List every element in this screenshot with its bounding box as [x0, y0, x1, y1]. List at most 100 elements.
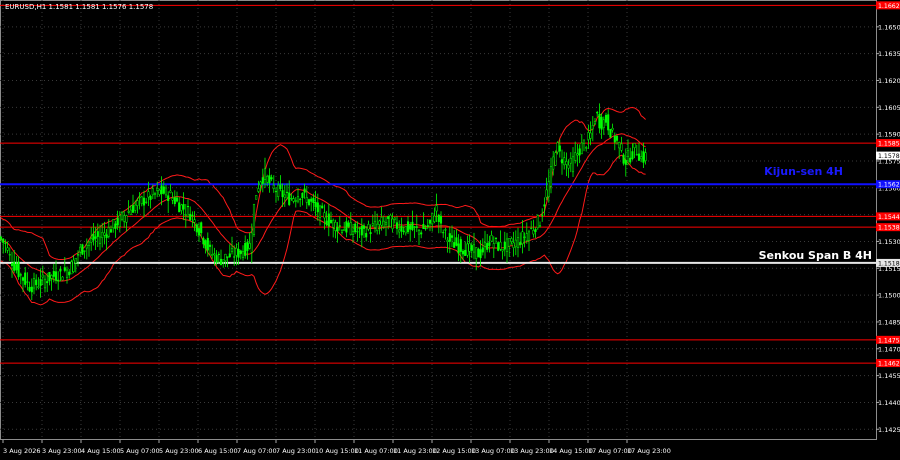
candle-body	[149, 196, 152, 200]
candle-body	[629, 157, 632, 163]
candle-body	[552, 156, 555, 170]
candle-body	[290, 197, 293, 200]
candle-body	[107, 227, 110, 237]
level-tag-text: 1.1518	[878, 260, 900, 267]
candle-body	[327, 213, 330, 227]
candle-body	[211, 254, 214, 257]
candle-body	[189, 213, 192, 221]
candle-body	[235, 247, 238, 256]
candle	[255, 195, 258, 200]
candle-body	[494, 237, 498, 239]
candle-body	[607, 114, 610, 131]
y-tick-label: 1.1620	[878, 77, 900, 85]
y-tick-label: 1.1425	[878, 426, 900, 434]
level-tag-text: 1.1462	[878, 361, 900, 368]
candle-body	[642, 151, 645, 163]
candle-body	[428, 220, 432, 224]
level-price-tag: 1.1475	[876, 335, 900, 344]
candle-body	[164, 187, 168, 196]
level-tag-text: 1.1544	[878, 214, 900, 221]
candle-body	[61, 276, 64, 281]
candle-body	[532, 230, 535, 235]
candle-body	[268, 175, 271, 184]
candle-body	[360, 225, 363, 236]
candle-body	[72, 259, 75, 272]
candle-body	[347, 222, 350, 227]
candle-body	[182, 204, 185, 210]
candle-body	[576, 153, 579, 156]
level-tag-text: 1.1585	[878, 141, 900, 148]
candle-body	[413, 226, 416, 228]
candle-body	[281, 190, 284, 198]
candle-body	[142, 197, 146, 206]
candle-body	[472, 244, 476, 253]
candle	[536, 214, 539, 230]
candle-body	[83, 250, 86, 252]
candle-body	[497, 242, 500, 251]
candle-body	[554, 152, 557, 166]
candle-body	[250, 232, 253, 253]
candle-body	[334, 222, 337, 231]
candle-body	[644, 152, 647, 161]
candle-body	[178, 202, 181, 213]
candle-body	[618, 142, 621, 149]
candle-body	[151, 188, 154, 196]
candle-body	[26, 281, 29, 283]
candle-body	[153, 193, 157, 195]
candle-body	[314, 201, 317, 208]
candle-body	[631, 151, 634, 160]
candle-body	[508, 238, 511, 247]
candle-body	[85, 244, 88, 249]
candle-body	[325, 220, 328, 225]
candle-body	[477, 248, 480, 258]
x-tick-label: 4 Aug 15:00	[81, 447, 121, 455]
candle-body	[120, 211, 124, 220]
candle-body	[351, 230, 355, 235]
candle-body	[560, 159, 564, 164]
candle-body	[90, 238, 93, 243]
candle-body	[633, 143, 636, 148]
candle-body	[538, 225, 542, 228]
candle-body	[387, 216, 390, 220]
candle-body	[224, 253, 227, 262]
candle-body	[263, 168, 267, 180]
candle-body	[395, 222, 399, 229]
candle-body	[310, 198, 313, 202]
candle-body	[622, 154, 625, 164]
candle-body	[68, 271, 71, 276]
candle-body	[307, 199, 311, 206]
candle-body	[197, 228, 201, 236]
candle-body	[349, 222, 352, 235]
y-tick-label: 1.1650	[878, 23, 900, 31]
candle-body	[266, 176, 269, 183]
candle-body	[466, 243, 469, 256]
candle-body	[103, 232, 106, 236]
candle-body	[70, 261, 73, 275]
candle-body	[415, 226, 418, 228]
candle-body	[200, 222, 203, 234]
candle-body	[446, 239, 449, 243]
candle-body	[127, 211, 130, 213]
candle-body	[105, 234, 108, 239]
x-tick-label: 11 Aug 23:00	[393, 447, 437, 455]
candle-body	[523, 236, 526, 238]
candle-body	[138, 196, 141, 198]
x-tick-label: 14 Aug 15:00	[549, 447, 593, 455]
candle-body	[219, 258, 223, 265]
candle-body	[74, 257, 77, 264]
candle-body	[17, 261, 20, 278]
candle-body	[329, 219, 333, 223]
candle-body	[292, 198, 295, 202]
candle-body	[591, 125, 594, 130]
candle-body	[323, 212, 326, 219]
candle-body	[543, 204, 546, 207]
candle	[81, 243, 84, 256]
y-tick-label: 1.1500	[878, 292, 900, 300]
candle-body	[261, 177, 264, 184]
candle-body	[481, 247, 484, 253]
candle-body	[338, 225, 341, 227]
level-price-tag: 1.1662	[876, 1, 900, 10]
candle	[70, 259, 73, 275]
y-tick-label: 1.1440	[878, 399, 900, 407]
y-tick-label: 1.1530	[878, 238, 900, 246]
